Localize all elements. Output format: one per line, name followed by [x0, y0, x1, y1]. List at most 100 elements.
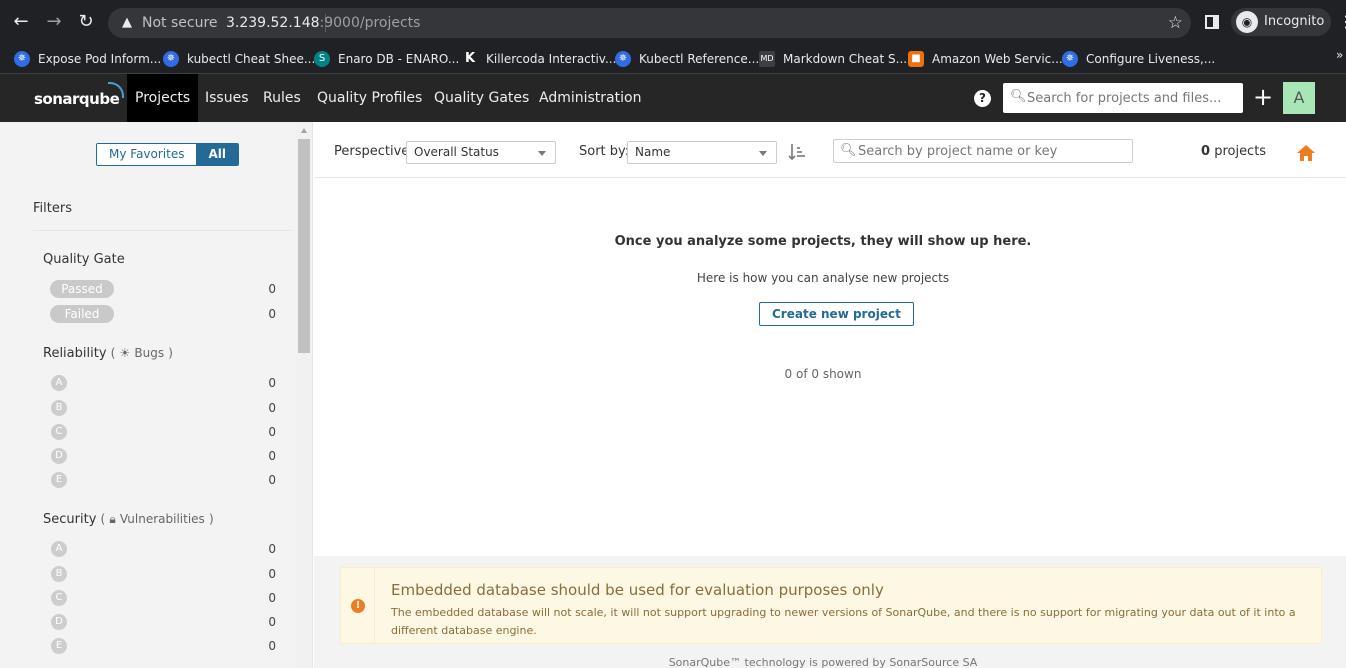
kebab-menu-icon[interactable]: ⋮	[1338, 12, 1346, 31]
global-search[interactable]: 🔍︎	[1003, 83, 1243, 113]
filter-failed[interactable]: Failed	[50, 305, 114, 323]
rating-e[interactable]: E	[51, 472, 67, 488]
bookmark-star-icon[interactable]: ☆	[1168, 13, 1183, 33]
sort-direction-icon[interactable]	[788, 143, 806, 161]
filter-count: 0	[268, 591, 276, 605]
filter-count: 0	[268, 639, 276, 653]
bookmark-item[interactable]: K Killercoda Interactiv...	[462, 48, 616, 70]
perspective-select[interactable]: Overall Status	[406, 141, 556, 164]
sort-label: Sort by:	[579, 144, 630, 159]
back-arrow-icon[interactable]: ←	[9, 10, 33, 34]
rating-d[interactable]: D	[51, 448, 67, 464]
search-icon: 🔍︎	[840, 143, 857, 158]
sharepoint-icon: S	[314, 51, 330, 67]
embedded-db-warning: ! Embedded database should be used for e…	[340, 567, 1322, 644]
avatar[interactable]: A	[1283, 82, 1315, 114]
incognito-icon: ◉	[1236, 11, 1258, 33]
rating-c[interactable]: C	[51, 424, 67, 440]
filter-count: 0	[268, 615, 276, 629]
sonarqube-logo[interactable]: sonarqube	[34, 82, 124, 108]
filter-passed[interactable]: Passed	[50, 280, 114, 298]
chevron-down-icon	[538, 151, 546, 156]
projects-main: Perspective: Overall Status Sort by: Nam…	[314, 122, 1346, 668]
create-project-button[interactable]: Create new project	[759, 302, 914, 326]
nav-rules[interactable]: Rules	[255, 74, 309, 122]
warning-triangle-icon[interactable]: ▲	[118, 14, 136, 32]
top-navbar: sonarqube Projects Issues Rules Quality …	[0, 74, 1346, 122]
kubernetes-icon: ✵	[1062, 51, 1078, 67]
rating-c[interactable]: C	[51, 590, 67, 606]
filter-count: 0	[268, 307, 276, 321]
rating-b[interactable]: B	[51, 400, 67, 416]
nav-quality-profiles[interactable]: Quality Profiles	[309, 74, 430, 122]
filter-count: 0	[268, 449, 276, 463]
empty-state-subtext: Here is how you can analyse new projects	[696, 271, 950, 285]
filter-count: 0	[268, 567, 276, 581]
sort-select[interactable]: Name	[627, 141, 777, 164]
alert-title: Embedded database should be used for eva…	[391, 581, 884, 599]
kubernetes-icon: ✵	[163, 51, 179, 67]
alert-body: The embedded database will not scale, it…	[391, 606, 1296, 637]
project-search[interactable]: 🔍︎	[833, 139, 1133, 163]
reload-icon[interactable]: ↻	[74, 10, 98, 34]
plus-icon[interactable]: +	[1253, 84, 1273, 110]
nav-projects[interactable]: Projects	[127, 74, 199, 122]
bookmark-item[interactable]: S Enaro DB - ENARO...	[314, 48, 459, 70]
kubernetes-icon: ✵	[14, 51, 30, 67]
bookmarks-bar: ✵ Expose Pod Inform... ✵ kubectl Cheat She…	[0, 44, 1346, 74]
security-label[interactable]: Not secure	[142, 14, 218, 32]
scroll-up-arrow-icon[interactable]	[301, 128, 307, 133]
markdown-icon: MD	[759, 51, 775, 67]
filters-heading: Filters	[33, 201, 72, 216]
rating-a[interactable]: A	[51, 541, 67, 557]
filter-count: 0	[268, 376, 276, 390]
url-text[interactable]: 3.239.52.148:9000/projects	[226, 14, 420, 32]
help-icon[interactable]: ?	[974, 90, 991, 107]
bookmark-item[interactable]: ✵ Expose Pod Inform...	[14, 48, 161, 70]
incognito-badge[interactable]: ◉ Incognito	[1231, 8, 1331, 36]
forward-arrow-icon[interactable]: →	[42, 10, 66, 34]
toggle-all[interactable]: All	[196, 144, 238, 165]
projects-toolbar: Perspective: Overall Status Sort by: Nam…	[314, 122, 1346, 178]
aws-icon: ■	[908, 51, 924, 67]
facet-security-title[interactable]: Security ( 🔒︎ Vulnerabilities )	[43, 512, 214, 527]
facet-quality-gate-title[interactable]: Quality Gate	[43, 252, 125, 267]
address-bar[interactable]: ▲ Not secure 3.239.52.148:9000/projects …	[108, 8, 1191, 38]
facet-reliability-title[interactable]: Reliability ( ☀ Bugs )	[43, 346, 173, 361]
empty-state-heading: Once you analyze some projects, they wil…	[614, 234, 1032, 249]
bookmark-item[interactable]: ✵ kubectl Cheat Shee...	[163, 48, 315, 70]
powered-by-text: SonarQube™ technology is powered by Sona…	[668, 656, 978, 668]
killercoda-icon: K	[462, 51, 478, 67]
global-search-input[interactable]	[1027, 89, 1237, 107]
filter-count: 0	[268, 401, 276, 415]
perspective-label: Perspective:	[334, 144, 414, 159]
bookmark-item[interactable]: MD Markdown Cheat S...	[759, 48, 907, 70]
filter-count: 0	[268, 542, 276, 556]
search-icon: 🔍︎	[1010, 89, 1027, 104]
nav-issues[interactable]: Issues	[197, 74, 257, 122]
rating-a[interactable]: A	[51, 375, 67, 391]
toggle-my-favorites[interactable]: My Favorites	[97, 144, 197, 165]
kubernetes-icon: ✵	[615, 51, 631, 67]
shown-count: 0 of 0 shown	[784, 367, 862, 381]
favorites-toggle: My Favorites All	[96, 143, 239, 166]
warning-icon: !	[351, 599, 365, 613]
page-footer: ! Embedded database should be used for e…	[314, 556, 1346, 668]
rating-d[interactable]: D	[51, 614, 67, 630]
nav-quality-gates[interactable]: Quality Gates	[426, 74, 537, 122]
side-panel-icon[interactable]	[1205, 15, 1219, 29]
nav-administration[interactable]: Administration	[531, 74, 649, 122]
incognito-label: Incognito	[1264, 14, 1325, 29]
bookmarks-overflow-icon[interactable]: »	[1336, 48, 1343, 62]
bookmark-item[interactable]: ✵ Kubectl Reference...	[615, 48, 759, 70]
logo-arc	[108, 82, 124, 98]
project-search-input[interactable]	[858, 143, 1128, 159]
home-icon[interactable]	[1297, 145, 1315, 161]
rating-e[interactable]: E	[51, 638, 67, 654]
bookmark-item[interactable]: ✵ Configure Liveness,...	[1062, 48, 1215, 70]
alert-icon-column: !	[341, 568, 375, 643]
bookmark-item[interactable]: ■ Amazon Web Servic...	[908, 48, 1063, 70]
sidebar-scroll-thumb[interactable]	[298, 139, 310, 353]
rating-b[interactable]: B	[51, 566, 67, 582]
filter-count: 0	[268, 282, 276, 296]
